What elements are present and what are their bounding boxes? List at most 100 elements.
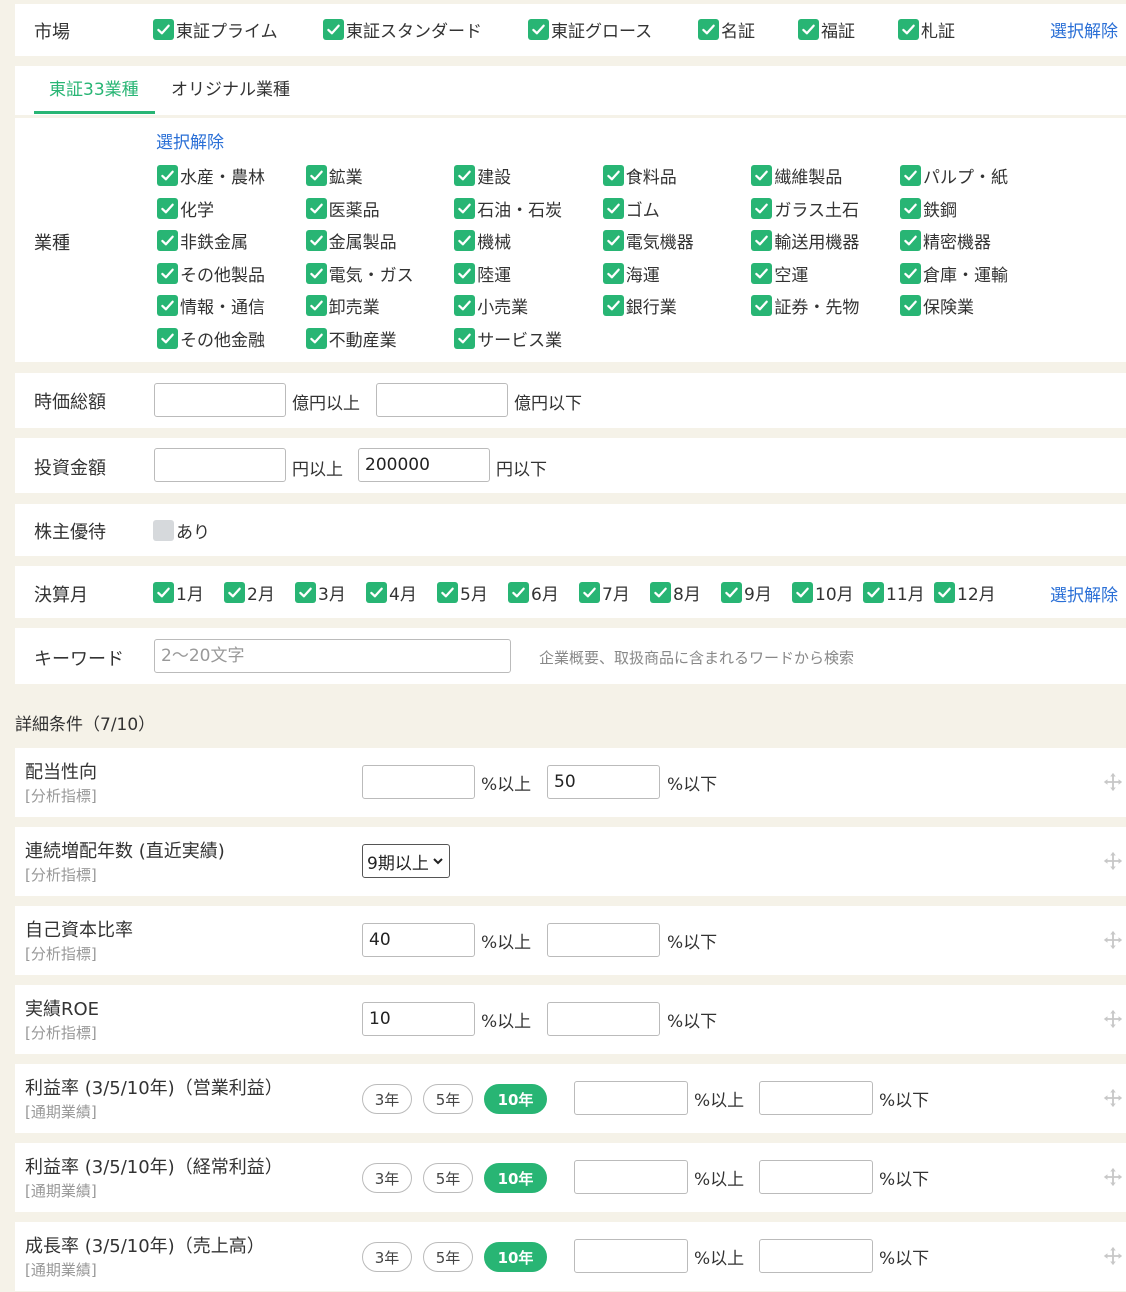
condition-min-input[interactable] <box>574 1160 688 1194</box>
market-checkbox[interactable]: 札証 <box>898 17 955 42</box>
industry-checkbox[interactable]: その他金融 <box>157 326 265 351</box>
move-icon[interactable] <box>1102 1245 1124 1267</box>
condition-min-input[interactable] <box>362 765 475 799</box>
move-icon[interactable] <box>1102 1087 1124 1109</box>
period-pill[interactable]: 3年 <box>362 1163 412 1193</box>
industry-checkbox[interactable]: 陸運 <box>454 261 511 286</box>
industry-checkbox[interactable]: 食料品 <box>602 163 677 188</box>
fiscal-month-clear-link[interactable]: 選択解除 <box>1050 581 1118 606</box>
industry-checkbox[interactable]: 情報・通信 <box>157 293 265 318</box>
month-checkbox[interactable]: 4月 <box>366 580 417 605</box>
period-pill[interactable]: 3年 <box>362 1242 412 1272</box>
month-checkbox[interactable]: 2月 <box>224 580 275 605</box>
condition-max-input[interactable] <box>547 923 660 957</box>
industry-checkbox[interactable]: 空運 <box>751 261 808 286</box>
move-icon[interactable] <box>1102 1166 1124 1188</box>
period-pill[interactable]: 10年 <box>484 1242 547 1272</box>
industry-checkbox[interactable]: 卸売業 <box>305 293 380 318</box>
tab-tse33[interactable]: 東証33業種 <box>49 75 139 100</box>
industry-checkbox[interactable]: パルプ・紙 <box>900 163 1008 188</box>
condition-max-input[interactable] <box>547 765 660 799</box>
industry-checkbox[interactable]: ゴム <box>602 196 660 221</box>
industry-checkbox[interactable]: 証券・先物 <box>751 293 859 318</box>
period-pill[interactable]: 10年 <box>484 1084 547 1114</box>
industry-checkbox[interactable]: 保険業 <box>900 293 974 318</box>
market-checkbox[interactable]: 東証グロース <box>528 17 652 42</box>
investment-max-input[interactable] <box>358 448 490 482</box>
industry-checkbox[interactable]: 小売業 <box>454 293 528 318</box>
industry-checkbox[interactable]: ガラス土石 <box>751 196 859 221</box>
market-cap-max-input[interactable] <box>376 383 508 417</box>
condition-min-input[interactable] <box>574 1081 688 1115</box>
condition-max-input[interactable] <box>759 1239 873 1273</box>
month-checkbox[interactable]: 1月 <box>153 580 204 605</box>
move-icon[interactable] <box>1102 1008 1124 1030</box>
condition-min-input[interactable] <box>362 923 475 957</box>
market-cap-min-input[interactable] <box>154 383 286 417</box>
market-checkbox[interactable]: 福証 <box>798 17 855 42</box>
industry-checkbox[interactable]: 建設 <box>454 163 511 188</box>
check-icon <box>602 262 624 284</box>
condition-min-unit: %以上 <box>481 933 532 953</box>
month-checkbox[interactable]: 5月 <box>437 580 488 605</box>
market-checkbox[interactable]: 東証プライム <box>153 17 278 42</box>
check-icon <box>305 230 327 252</box>
industry-checkbox-label: その他製品 <box>180 265 265 286</box>
industry-checkbox-label: サービス業 <box>477 331 563 351</box>
industry-checkbox[interactable]: 精密機器 <box>900 228 991 253</box>
industry-clear-link[interactable]: 選択解除 <box>156 128 224 153</box>
month-checkbox[interactable]: 9月 <box>721 580 772 605</box>
month-checkbox[interactable]: 6月 <box>508 580 559 605</box>
industry-checkbox[interactable]: 機械 <box>454 228 511 253</box>
industry-checkbox[interactable]: 銀行業 <box>602 293 677 318</box>
industry-checkbox[interactable]: 鉱業 <box>305 163 363 188</box>
market-checkbox[interactable]: 東証スタンダード <box>323 17 482 42</box>
move-icon[interactable] <box>1102 771 1124 793</box>
period-pill[interactable]: 5年 <box>423 1242 473 1272</box>
industry-checkbox[interactable]: 不動産業 <box>305 326 397 351</box>
month-checkbox[interactable]: 7月 <box>579 580 630 605</box>
condition-max-input[interactable] <box>547 1002 660 1036</box>
industry-checkbox[interactable]: 電気・ガス <box>305 261 414 286</box>
check-icon <box>751 230 773 252</box>
move-icon[interactable] <box>1102 850 1124 872</box>
month-checkbox[interactable]: 11月 <box>863 580 925 605</box>
investment-min-input[interactable] <box>154 448 286 482</box>
month-checkbox[interactable]: 10月 <box>792 580 854 605</box>
condition-min-input[interactable] <box>362 1002 475 1036</box>
industry-checkbox[interactable]: 石油・石炭 <box>454 196 562 221</box>
month-checkbox[interactable]: 3月 <box>295 580 346 605</box>
streak-select[interactable]: 9期以上 <box>362 844 450 878</box>
period-pill[interactable]: 10年 <box>484 1163 547 1193</box>
industry-checkbox[interactable]: 倉庫・運輸 <box>900 261 1008 286</box>
industry-checkbox[interactable]: サービス業 <box>454 326 562 351</box>
check-icon <box>157 295 178 317</box>
industry-checkbox[interactable]: 水産・農林 <box>157 163 265 188</box>
month-checkbox-label: 12月 <box>957 585 996 605</box>
industry-checkbox[interactable]: 化学 <box>157 196 214 221</box>
industry-checkbox[interactable]: 輸送用機器 <box>751 228 859 253</box>
period-pill[interactable]: 5年 <box>423 1163 473 1193</box>
month-checkbox[interactable]: 12月 <box>934 580 996 605</box>
industry-checkbox[interactable]: その他製品 <box>157 261 265 286</box>
yutai-checkbox[interactable]: あり <box>153 518 210 543</box>
industry-checkbox-label: その他金融 <box>180 331 265 351</box>
move-icon[interactable] <box>1102 929 1124 951</box>
industry-checkbox[interactable]: 電気機器 <box>602 228 694 253</box>
tab-original[interactable]: オリジナル業種 <box>171 75 290 100</box>
industry-checkbox[interactable]: 金属製品 <box>305 228 397 253</box>
industry-checkbox[interactable]: 非鉄金属 <box>157 228 248 253</box>
market-checkbox[interactable]: 名証 <box>698 17 755 42</box>
industry-checkbox[interactable]: 海運 <box>602 261 660 286</box>
condition-min-input[interactable] <box>574 1239 688 1273</box>
month-checkbox[interactable]: 8月 <box>650 580 701 605</box>
condition-max-input[interactable] <box>759 1160 873 1194</box>
industry-checkbox[interactable]: 医薬品 <box>305 196 380 221</box>
period-pill[interactable]: 3年 <box>362 1084 412 1114</box>
period-pill[interactable]: 5年 <box>423 1084 473 1114</box>
keyword-input[interactable] <box>154 639 511 673</box>
industry-checkbox[interactable]: 繊維製品 <box>751 163 842 188</box>
market-clear-link[interactable]: 選択解除 <box>1050 17 1118 42</box>
condition-max-input[interactable] <box>759 1081 873 1115</box>
industry-checkbox[interactable]: 鉄鋼 <box>900 196 957 221</box>
